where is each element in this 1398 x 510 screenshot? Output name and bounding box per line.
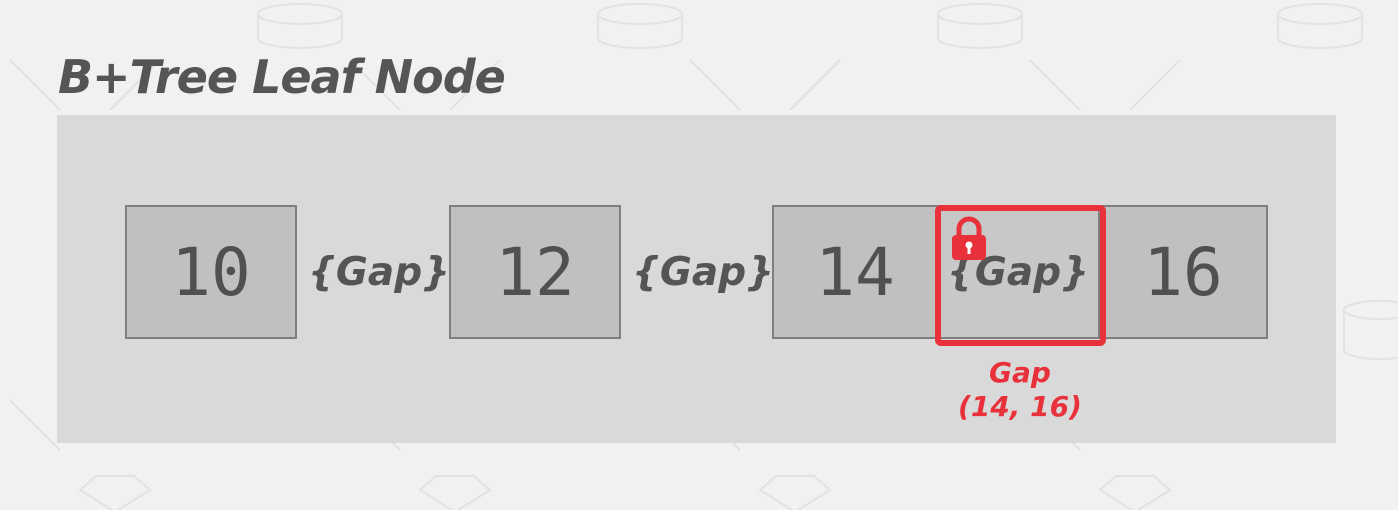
key-10: 10: [125, 205, 297, 339]
key-16: 16: [1098, 205, 1268, 339]
gap-caption-range: (14, 16): [958, 390, 1082, 423]
gap-slot: {Gap}: [632, 249, 774, 295]
gap-range-caption: Gap (14, 16): [940, 356, 1100, 424]
key-12: 12: [449, 205, 621, 339]
slide: B+Tree Leaf Node 10 {Gap} 12 {Gap} 14 {G…: [0, 0, 1398, 510]
gap-caption-label: Gap: [989, 356, 1051, 389]
slide-title: B+Tree Leaf Node: [58, 50, 506, 104]
gap-slot: {Gap}: [308, 249, 450, 295]
key-14: 14: [772, 205, 938, 339]
lock-icon: [952, 216, 986, 260]
